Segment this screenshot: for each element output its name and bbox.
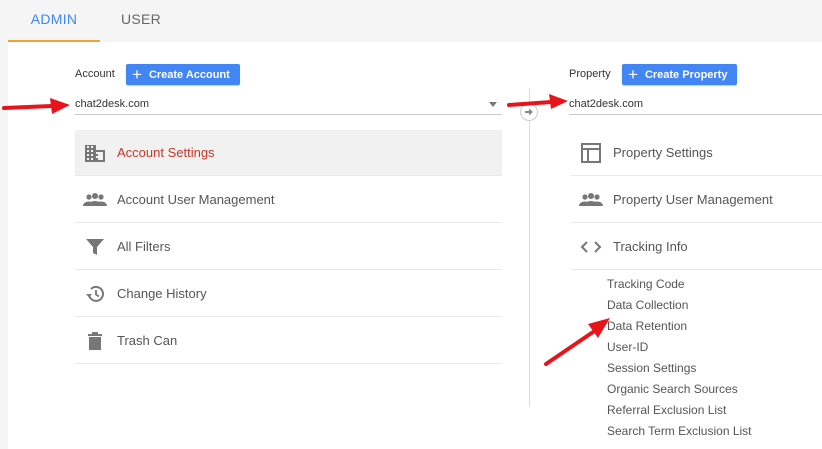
menu-change-history[interactable]: Change History [75, 271, 502, 317]
people-icon [83, 188, 107, 212]
account-selector[interactable]: chat2desk.com [75, 93, 502, 115]
property-selector[interactable]: chat2desk.com [569, 93, 822, 115]
menu-property-user-management[interactable]: Property User Management [571, 177, 822, 223]
submenu-data-collection[interactable]: Data Collection [607, 298, 688, 312]
menu-trash-can-label: Trash Can [117, 333, 178, 348]
account-label: Account [75, 68, 115, 80]
menu-trash-can[interactable]: Trash Can [75, 318, 502, 364]
building-icon [83, 141, 107, 165]
create-property-label: Create Property [644, 68, 728, 81]
trash-icon [83, 329, 107, 353]
menu-account-user-management-label: Account User Management [117, 192, 275, 207]
annotation-arrow-icon [544, 318, 610, 366]
people-icon [579, 188, 603, 212]
tab-user[interactable]: USER [113, 0, 169, 42]
property-selected-value: chat2desk.com [569, 98, 643, 110]
menu-tracking-info-label: Tracking Info [613, 239, 688, 254]
column-divider [529, 88, 530, 407]
submenu-data-retention[interactable]: Data Retention [607, 319, 687, 333]
menu-account-user-management[interactable]: Account User Management [75, 177, 502, 223]
menu-property-settings[interactable]: Property Settings [571, 130, 822, 176]
annotation-arrow-icon [507, 94, 568, 109]
property-label: Property [569, 68, 611, 80]
annotation-arrow-icon [2, 98, 70, 114]
menu-all-filters[interactable]: All Filters [75, 224, 502, 270]
plus-icon: + [132, 65, 142, 84]
account-selected-value: chat2desk.com [75, 98, 149, 110]
menu-tracking-info[interactable]: Tracking Info [571, 224, 822, 270]
layout-icon [579, 141, 603, 165]
menu-property-settings-label: Property Settings [613, 145, 713, 160]
filter-icon [83, 235, 107, 259]
menu-account-settings-label: Account Settings [117, 145, 215, 160]
submenu-session-settings[interactable]: Session Settings [607, 361, 696, 375]
top-tab-bar: ADMIN USER [0, 0, 822, 42]
create-account-label: Create Account [148, 68, 230, 81]
plus-icon: + [628, 65, 638, 84]
submenu-referral-exclusion-list[interactable]: Referral Exclusion List [607, 403, 726, 417]
submenu-search-term-exclusion-list[interactable]: Search Term Exclusion List [607, 424, 752, 438]
menu-change-history-label: Change History [117, 286, 207, 301]
submenu-tracking-code[interactable]: Tracking Code [607, 277, 685, 291]
submenu-organic-search-sources[interactable]: Organic Search Sources [607, 382, 738, 396]
menu-all-filters-label: All Filters [117, 239, 171, 254]
tab-admin[interactable]: ADMIN [8, 0, 100, 42]
menu-account-settings[interactable]: Account Settings [75, 130, 502, 176]
code-icon [579, 235, 603, 259]
menu-property-user-management-label: Property User Management [613, 192, 773, 207]
chevron-down-icon [489, 102, 497, 107]
create-account-button[interactable]: + Create Account [126, 64, 240, 85]
history-icon [83, 282, 107, 306]
create-property-button[interactable]: + Create Property [622, 64, 738, 85]
